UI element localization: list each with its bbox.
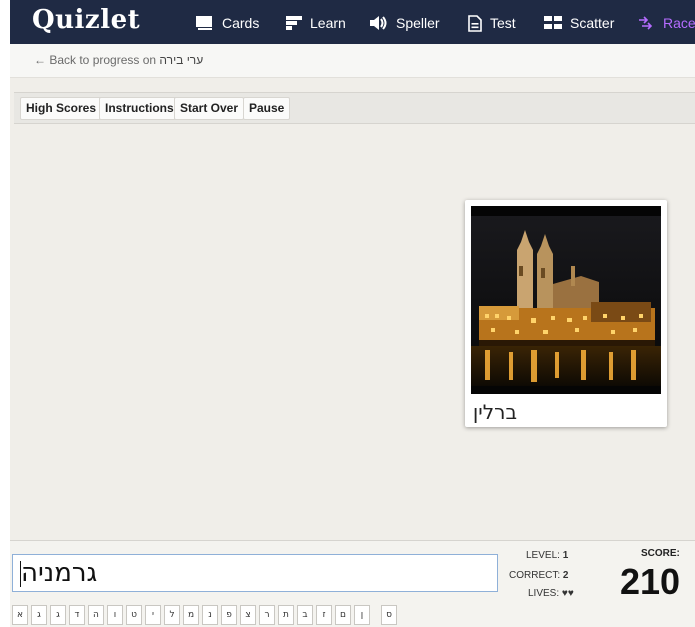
nav-speller-label: Speller <box>396 15 440 31</box>
answer-input[interactable]: גרמניה <box>12 554 498 592</box>
cards-icon <box>196 16 212 30</box>
keyboard-key[interactable]: י <box>145 605 161 625</box>
keyboard-key[interactable]: ד <box>69 605 85 625</box>
instructions-button[interactable]: Instructions <box>99 97 180 120</box>
game-card: ברלין <box>465 200 667 427</box>
pause-button[interactable]: Pause <box>243 97 291 120</box>
cathedral-night-image <box>471 206 661 394</box>
hebrew-keyboard: אגגדהוטילמנפצרתבזםןס <box>12 605 400 627</box>
high-scores-button[interactable]: High Scores <box>20 97 103 120</box>
nav-learn-label: Learn <box>310 15 346 31</box>
keyboard-key[interactable]: צ <box>240 605 256 625</box>
game-toolbar: High Scores Instructions Start Over Paus… <box>14 92 695 124</box>
learn-icon <box>286 16 302 30</box>
keyboard-key[interactable]: מ <box>183 605 199 625</box>
correct-value: 2 <box>562 570 569 581</box>
nav-cards[interactable]: Cards <box>196 12 259 34</box>
back-link-set-name: ערי בירה <box>159 53 204 67</box>
start-over-button[interactable]: Start Over <box>174 97 245 120</box>
keyboard-key[interactable]: ם <box>335 605 351 625</box>
keyboard-key[interactable]: ה <box>88 605 104 625</box>
nav-scatter-label: Scatter <box>570 15 615 31</box>
keyboard-key[interactable]: ס <box>381 605 397 625</box>
scatter-icon <box>544 16 562 29</box>
nav-test[interactable]: Test <box>468 12 516 34</box>
lives-label: LIVES: <box>528 588 560 599</box>
keyboard-key[interactable]: ר <box>259 605 275 625</box>
keyboard-key[interactable]: פ <box>221 605 237 625</box>
correct-label: CORRECT: <box>509 570 561 581</box>
nav-test-label: Test <box>490 15 516 31</box>
keyboard-key[interactable]: נ <box>202 605 218 625</box>
keyboard-key[interactable]: ת <box>278 605 294 625</box>
keyboard-key[interactable]: ן <box>354 605 370 625</box>
level-stat: LEVEL: 1 <box>526 550 568 561</box>
nav-race-label: Race <box>663 15 695 31</box>
nav-race[interactable]: Race <box>637 12 695 34</box>
race-icon <box>639 16 653 30</box>
keyboard-key[interactable]: ו <box>107 605 123 625</box>
lives-hearts-icon: ♥♥ <box>561 588 574 599</box>
card-term: ברלין <box>472 400 517 424</box>
keyboard-key[interactable]: א <box>12 605 28 625</box>
keyboard-key[interactable]: ב <box>297 605 313 625</box>
nav-scatter[interactable]: Scatter <box>544 12 614 34</box>
level-label: LEVEL: <box>526 550 560 561</box>
keyboard-key[interactable]: ט <box>126 605 142 625</box>
quizlet-logo[interactable]: Quizlet <box>32 5 140 35</box>
score-value: 210 <box>620 561 681 602</box>
lives-stat: LIVES: ♥♥ <box>528 588 574 599</box>
answer-input-value: גרמניה <box>21 558 98 588</box>
test-icon <box>468 14 482 32</box>
nav-cards-label: Cards <box>222 15 260 31</box>
speaker-icon <box>370 16 387 30</box>
game-frame: Quizlet Cards Learn Speller Test Scatter… <box>10 0 695 627</box>
card-photo <box>471 206 661 394</box>
answer-panel: גרמניה LEVEL: 1 CORRECT: 2 LIVES: ♥♥ SCO… <box>10 540 695 627</box>
nav-speller[interactable]: Speller <box>370 12 440 34</box>
keyboard-key[interactable]: ג <box>50 605 66 625</box>
level-value: 1 <box>562 550 569 561</box>
keyboard-key[interactable]: ל <box>164 605 180 625</box>
back-to-progress-link[interactable]: ← Back to progress on ערי בירה <box>34 53 203 67</box>
score-label: SCORE: <box>641 548 680 559</box>
top-navigation: Quizlet Cards Learn Speller Test Scatter… <box>10 0 695 44</box>
nav-learn[interactable]: Learn <box>286 12 346 34</box>
keyboard-key[interactable]: ז <box>316 605 332 625</box>
keyboard-key[interactable]: ג <box>31 605 47 625</box>
correct-stat: CORRECT: 2 <box>509 570 568 581</box>
back-bar: ← Back to progress on ערי בירה <box>10 44 695 78</box>
back-link-prefix: ← Back to progress on <box>34 53 157 67</box>
